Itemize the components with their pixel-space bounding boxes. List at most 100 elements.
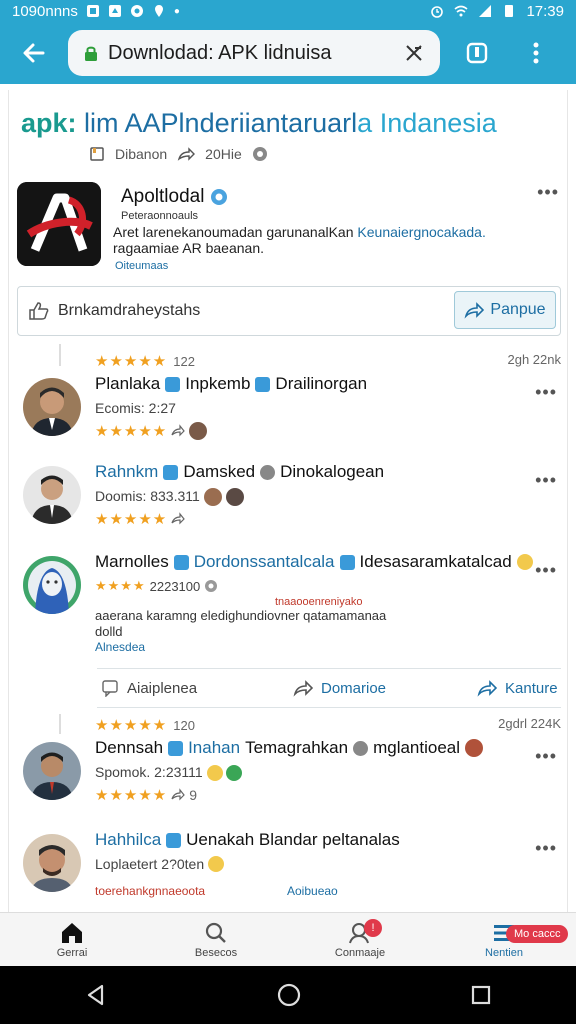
app-header: Apoltlodal Peteraonnoauls Aret larenekan… bbox=[17, 182, 561, 272]
share-review-button[interactable]: Panpue bbox=[454, 291, 556, 329]
dot-icon: ● bbox=[173, 5, 180, 17]
thread-line bbox=[59, 344, 61, 366]
share-arrow-icon bbox=[293, 680, 313, 697]
site-title[interactable]: apk: lim AAPlnderiiantaruarla Indanesia bbox=[21, 108, 497, 139]
reviewer-name-a[interactable]: Planlaka bbox=[95, 374, 160, 394]
clear-icon[interactable] bbox=[402, 41, 426, 65]
reviewer-name-a[interactable]: Marnolles bbox=[95, 552, 169, 572]
lock-icon bbox=[85, 46, 97, 61]
avatar[interactable] bbox=[23, 742, 81, 800]
review-item[interactable]: Hahhilca Uenakah Blandar peltanalas Lopl… bbox=[17, 824, 561, 912]
review-footer-red: toerehankgnnaeoota bbox=[95, 884, 206, 898]
app-more-button[interactable]: ••• bbox=[537, 182, 559, 203]
verified-badge-icon bbox=[166, 832, 182, 848]
review-action-bar[interactable]: Brnkamdraheystahs Panpue bbox=[17, 286, 561, 336]
status-time: 17:39 bbox=[526, 2, 564, 20]
review-rating: ★★★★★ bbox=[95, 510, 186, 528]
reviewer-name-a[interactable]: Rahnkm bbox=[95, 462, 158, 482]
recents-square-icon[interactable] bbox=[470, 984, 492, 1006]
review-item[interactable]: Planlaka Inpkemb Drailinorgan Ecomis: 2:… bbox=[17, 368, 561, 446]
battery-icon bbox=[505, 5, 514, 17]
share-review-label: Panpue bbox=[490, 301, 546, 318]
nav-menu[interactable]: Mo caccc Nentien bbox=[432, 913, 576, 966]
review-more-button[interactable]: ••• bbox=[535, 382, 557, 403]
reviewer-name-b[interactable]: Inahan bbox=[188, 738, 240, 758]
review-highlight: tnaaooenreniyako bbox=[275, 596, 363, 608]
info-badge-icon bbox=[353, 740, 369, 756]
reviewer-name-b[interactable]: Dordonssantalcala bbox=[194, 552, 335, 572]
verified-badge-icon bbox=[173, 554, 189, 570]
browser-toolbar: Downlodad: APK lidnuisa bbox=[0, 22, 576, 84]
thread-line bbox=[59, 714, 61, 734]
review-more-button[interactable]: ••• bbox=[535, 838, 557, 859]
url-bar[interactable]: Downlodad: APK lidnuisa bbox=[68, 30, 440, 76]
reviewer-name-a[interactable]: Dennsah bbox=[95, 738, 163, 758]
nav-home[interactable]: Gerrai bbox=[0, 913, 144, 966]
group-1-rating-text: 122 bbox=[173, 353, 195, 369]
avatar[interactable] bbox=[23, 834, 81, 892]
reviewer-name-b[interactable]: Uenakah Blandar peltanalas bbox=[186, 830, 400, 850]
review-rating: ★★★★★ bbox=[95, 422, 208, 440]
review-meta: ★★★★ 2223100 bbox=[95, 578, 218, 594]
review-footer-link[interactable]: Aoibueao bbox=[287, 884, 338, 898]
reviewer-name-c[interactable]: Idesasaramkatalcad bbox=[360, 552, 512, 572]
info-icon[interactable] bbox=[252, 146, 268, 162]
share-action-label: Kanture bbox=[505, 679, 558, 697]
review-rating: ★★★★★ 9 bbox=[95, 786, 197, 804]
reviewer-name-c[interactable]: Dinokalogean bbox=[280, 462, 384, 482]
review-item[interactable]: Marnolles Dordonssantalcala Idesasaramka… bbox=[17, 546, 561, 656]
site-title-tail: a Indanesia bbox=[357, 108, 497, 138]
avatar[interactable] bbox=[23, 378, 81, 436]
reviewer-name-a[interactable]: Hahhilca bbox=[95, 830, 161, 850]
tabs-button[interactable] bbox=[448, 22, 506, 84]
reviewer-name-c[interactable]: Temagrahkan bbox=[245, 738, 348, 758]
app-logo-icon[interactable] bbox=[17, 182, 101, 266]
app-description: Aret larenekanoumadan garunanalKan Keuna… bbox=[113, 224, 533, 256]
nav-search[interactable]: Besecos bbox=[144, 913, 288, 966]
app-desc-highlight[interactable]: Keunaiergnocakada. bbox=[357, 224, 485, 240]
app-developer: Peteraonnoauls bbox=[121, 210, 199, 222]
review-stars: ★★★★★ bbox=[95, 423, 168, 440]
site-brand: apk: bbox=[21, 108, 77, 138]
reviewer-name-c[interactable]: Drailinorgan bbox=[275, 374, 367, 394]
review-item[interactable]: Dennsah Inahan Temagrahkan mglantioeal S… bbox=[17, 732, 561, 810]
back-button[interactable] bbox=[0, 22, 68, 84]
review-more-button[interactable]: ••• bbox=[535, 746, 557, 767]
review-item[interactable]: Rahnkm Damsked Dinokalogean Doomis: 833.… bbox=[17, 456, 561, 534]
share-icon[interactable] bbox=[177, 146, 196, 162]
web-content[interactable]: apk: lim AAPlnderiiantaruarla Indanesia … bbox=[0, 84, 576, 912]
action-bar-label: Brnkamdraheystahs bbox=[58, 302, 201, 319]
bookmark-icon[interactable] bbox=[89, 146, 105, 162]
reply-action[interactable]: Domarioe bbox=[293, 679, 386, 697]
review-more-button[interactable]: ••• bbox=[535, 470, 557, 491]
home-circle-icon[interactable] bbox=[276, 982, 302, 1008]
meta-left-text: Dibanon bbox=[115, 146, 168, 162]
avatar[interactable] bbox=[23, 556, 81, 614]
review-link[interactable]: Alnesdea bbox=[95, 640, 145, 654]
reviewer-name: Rahnkm Damsked Dinokalogean bbox=[95, 462, 384, 482]
home-icon bbox=[62, 922, 82, 943]
share-icon[interactable] bbox=[171, 424, 186, 438]
overflow-menu-button[interactable] bbox=[506, 22, 566, 84]
review-more-button[interactable]: ••• bbox=[535, 560, 557, 581]
screen: 1090nnns ● 17:39 Downlodad: APK lidnuisa bbox=[0, 0, 576, 1024]
nav-messages[interactable]: ! Conmaaje bbox=[288, 913, 432, 966]
review-meta-text: Spomok. 2:23111 bbox=[95, 764, 203, 780]
reviewer-name-b[interactable]: Inpkemb bbox=[185, 374, 250, 394]
back-triangle-icon[interactable] bbox=[84, 983, 108, 1007]
group-2-date: 2gdrl 224K bbox=[498, 716, 561, 731]
app-name-text: Apoltlodal bbox=[121, 186, 205, 207]
share-arrow-icon bbox=[477, 680, 497, 697]
mini-avatar bbox=[189, 422, 208, 440]
share-icon[interactable] bbox=[171, 512, 186, 526]
comment-action[interactable]: Aiaiplenea bbox=[101, 679, 197, 697]
share-icon[interactable] bbox=[171, 788, 186, 802]
reviewer-name-d[interactable]: mglantioeal bbox=[373, 738, 460, 758]
reviewer-name-b[interactable]: Damsked bbox=[183, 462, 255, 482]
status-bar: 1090nnns ● 17:39 bbox=[0, 0, 576, 22]
share-action[interactable]: Kanture bbox=[477, 679, 558, 697]
info-icon[interactable] bbox=[204, 579, 218, 593]
app-tag[interactable]: Oiteumaas bbox=[115, 260, 168, 272]
search-icon bbox=[205, 922, 226, 943]
avatar[interactable] bbox=[23, 466, 81, 524]
